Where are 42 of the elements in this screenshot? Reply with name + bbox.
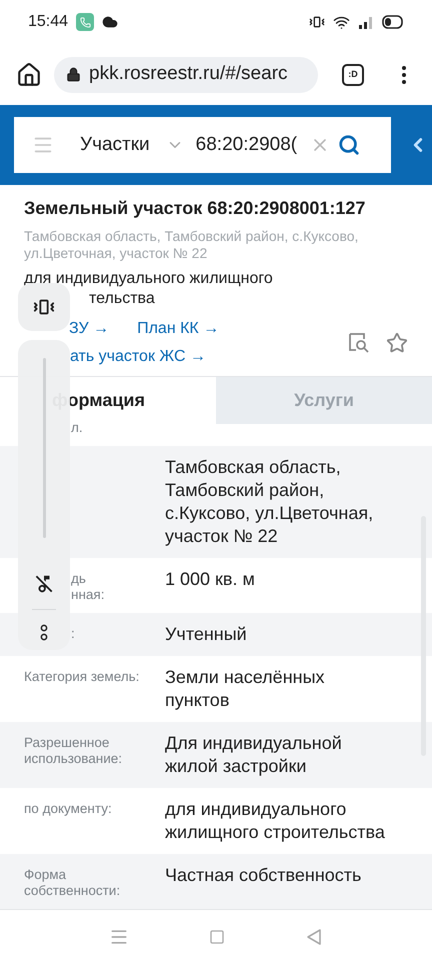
music-off-icon[interactable] xyxy=(33,573,55,595)
object-link[interactable]: ЗУ → xyxy=(69,317,110,341)
object-address: Тамбовская область, Тамбовский район, с.Куксово, ул.Цветочная, участок № 22 xyxy=(24,228,360,262)
row-label: Разрешенное использование: xyxy=(24,735,124,767)
row-value: Для индивидуальной жилой застройки xyxy=(165,732,343,778)
url-text: pkk.rosreestr.ru/#/searc xyxy=(89,62,288,86)
row-label: дь нная: xyxy=(71,571,106,603)
favorite-icon[interactable] xyxy=(386,332,408,354)
back-button[interactable] xyxy=(305,928,323,946)
row-label: Категория земель: xyxy=(24,669,140,685)
volume-slider[interactable] xyxy=(42,358,46,538)
tabs-button[interactable]: :D xyxy=(342,64,364,86)
phone-icon xyxy=(76,13,94,31)
row-value: Учтенный xyxy=(165,623,248,646)
cloud-icon xyxy=(102,14,118,30)
row-label: л. xyxy=(71,420,84,436)
row-value: для индивидуального жилищного строительства xyxy=(165,798,386,844)
row-value: 1 000 кв. м xyxy=(165,568,256,591)
object-purpose: для индивидуального жилищного xyxy=(24,270,274,288)
row-value: Тамбовская область, Тамбовский район, с.Куксово, ул.Цветочная, участок № 22 xyxy=(165,456,374,548)
object-purpose-line: тельства xyxy=(89,290,156,308)
address-bar[interactable]: pkk.rosreestr.ru/#/searc xyxy=(54,56,318,92)
vibrate-icon xyxy=(309,14,325,30)
lock-icon xyxy=(66,67,81,82)
row-value: Частная собственность xyxy=(165,864,362,887)
object-title: Земельный участок 68:20:2908001:127 xyxy=(24,197,366,220)
row-value: Земли населённых пунктов xyxy=(165,666,326,712)
row-label: по документу: xyxy=(24,801,113,817)
object-link[interactable]: План КК → xyxy=(137,317,220,341)
signal-icon xyxy=(358,15,374,29)
battery-icon xyxy=(382,15,404,29)
search-icon[interactable] xyxy=(338,134,360,156)
more-icon[interactable] xyxy=(40,624,48,642)
home-button[interactable] xyxy=(16,62,42,88)
category-select[interactable]: Участки xyxy=(80,130,150,160)
search-input[interactable]: 68:20:2908( xyxy=(196,130,304,160)
row-label: : xyxy=(71,626,76,642)
object-link[interactable]: ать участок ЖС → xyxy=(70,345,206,369)
row-label: Форма собственности: xyxy=(24,867,122,899)
home-nav-button[interactable] xyxy=(209,928,225,944)
status-time: 15:44 xyxy=(28,12,68,32)
zoom-to-icon[interactable] xyxy=(348,332,370,354)
